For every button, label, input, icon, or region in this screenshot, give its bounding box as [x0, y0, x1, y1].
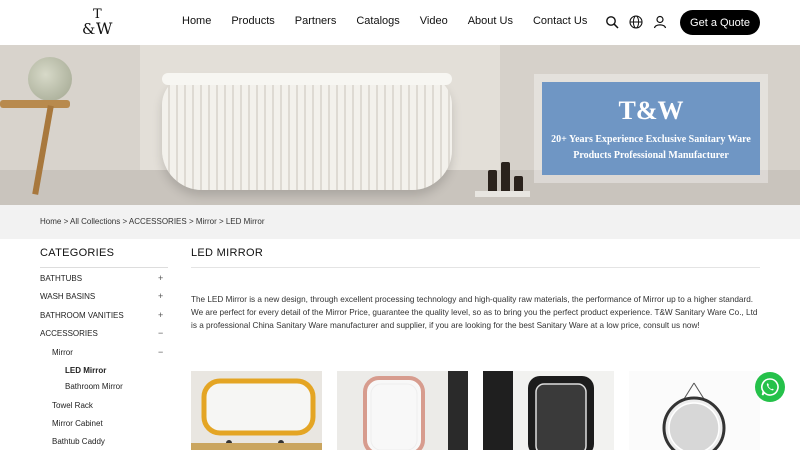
- nav-products[interactable]: Products: [231, 15, 274, 27]
- side-table-image: [0, 100, 70, 108]
- nav-about-us[interactable]: About Us: [468, 15, 513, 27]
- round-led-mirror-image: [629, 371, 760, 450]
- collapse-icon[interactable]: −: [158, 347, 163, 357]
- vase-image: [28, 57, 72, 101]
- main-nav: Home Products Partners Catalogs Video Ab…: [182, 15, 607, 27]
- bathtub-rim: [162, 73, 452, 85]
- expand-icon[interactable]: +: [158, 273, 163, 283]
- sidebar-item-bathroom-mirror[interactable]: Bathroom Mirror: [65, 382, 123, 391]
- sidebar-item-towel-rack[interactable]: Towel Rack: [52, 401, 93, 410]
- product-card-image[interactable]: [337, 371, 468, 450]
- site-header: T & W Home Products Partners Catalogs Vi…: [0, 0, 800, 45]
- sidebar-item-mirror-cabinet[interactable]: Mirror Cabinet: [52, 419, 103, 428]
- gold-led-mirror-image: [191, 371, 322, 450]
- product-card-image[interactable]: [483, 371, 614, 450]
- search-icon[interactable]: [605, 15, 619, 29]
- rose-gold-led-mirror-image: [337, 371, 468, 450]
- sidebar-item-bathroom-vanities[interactable]: BATHROOM VANITIES: [40, 311, 124, 320]
- banner-brand-box: T&W 20+ Years Experience Exclusive Sanit…: [542, 82, 760, 175]
- category-description: The LED Mirror is a new design, through …: [191, 295, 758, 330]
- title-divider: [191, 267, 760, 268]
- banner-tagline-2: Products Professional Manufacturer: [573, 150, 729, 161]
- expand-icon[interactable]: +: [158, 310, 163, 320]
- sidebar-item-mirror[interactable]: Mirror: [52, 348, 73, 357]
- black-led-mirror-image: [483, 371, 614, 450]
- whatsapp-icon: [761, 378, 779, 396]
- sidebar-item-wash-basins[interactable]: WASH BASINS: [40, 292, 95, 301]
- breadcrumb-bar: Home > All Collections > ACCESSORIES > M…: [0, 205, 800, 239]
- get-a-quote-button[interactable]: Get a Quote: [680, 10, 760, 35]
- nav-partners[interactable]: Partners: [295, 15, 337, 27]
- sidebar-item-bathtubs[interactable]: BATHTUBS: [40, 274, 82, 283]
- whatsapp-button[interactable]: [755, 372, 785, 402]
- globe-icon[interactable]: [629, 15, 643, 29]
- categories-title: CATEGORIES: [40, 247, 115, 259]
- user-icon[interactable]: [653, 15, 667, 29]
- nav-contact-us[interactable]: Contact Us: [533, 15, 587, 27]
- bottle-tray: [475, 191, 530, 197]
- banner-brand-title: T&W: [618, 96, 684, 125]
- banner-tagline-1: 20+ Years Experience Exclusive Sanitary …: [551, 134, 751, 145]
- brand-logo[interactable]: T & W: [82, 7, 116, 38]
- bathtub-image: [162, 75, 452, 190]
- nav-video[interactable]: Video: [420, 15, 448, 27]
- product-card-image[interactable]: [191, 371, 322, 450]
- sidebar-item-led-mirror[interactable]: LED Mirror: [65, 366, 106, 375]
- sidebar-item-accessories[interactable]: ACCESSORIES: [40, 329, 98, 338]
- hero-banner: T&W 20+ Years Experience Exclusive Sanit…: [0, 45, 800, 205]
- sidebar-item-bathtub-caddy[interactable]: Bathtub Caddy: [52, 437, 105, 446]
- breadcrumb[interactable]: Home > All Collections > ACCESSORIES > M…: [40, 217, 265, 226]
- page-title: LED MIRROR: [191, 247, 264, 259]
- categories-divider: [40, 267, 168, 268]
- collapse-icon[interactable]: −: [158, 328, 163, 338]
- product-card-image[interactable]: [629, 371, 760, 450]
- nav-catalogs[interactable]: Catalogs: [356, 15, 399, 27]
- nav-home[interactable]: Home: [182, 15, 211, 27]
- expand-icon[interactable]: +: [158, 291, 163, 301]
